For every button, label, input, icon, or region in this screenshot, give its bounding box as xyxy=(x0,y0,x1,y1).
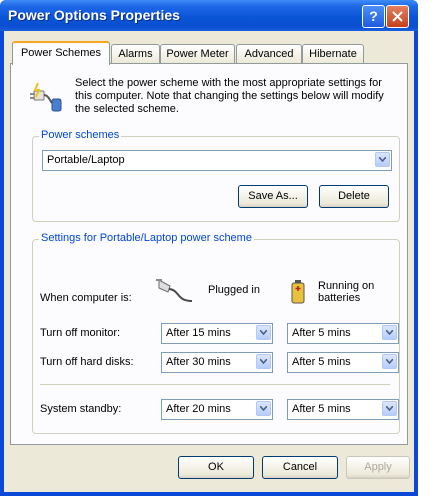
power-scheme-value: Portable/Laptop xyxy=(47,154,125,166)
power-schemes-group-label: Power schemes xyxy=(39,129,122,141)
tab-advanced[interactable]: Advanced xyxy=(236,44,302,63)
chevron-down-icon[interactable] xyxy=(256,325,271,340)
running-on-batteries-label: Running on batteries xyxy=(318,280,375,304)
chevron-down-icon[interactable] xyxy=(375,152,390,167)
chevron-down-icon[interactable] xyxy=(382,401,397,416)
chevron-down-icon[interactable] xyxy=(382,325,397,340)
tab-alarms[interactable]: Alarms xyxy=(111,44,160,63)
cancel-button[interactable]: Cancel xyxy=(262,456,338,479)
monitor-plugged-select[interactable]: After 15 mins xyxy=(161,323,273,344)
standby-battery-value: After 5 mins xyxy=(292,403,351,415)
ok-button[interactable]: OK xyxy=(178,456,254,479)
chevron-down-icon[interactable] xyxy=(382,354,397,369)
power-options-window: Power Options Properties ? Power Schemes… xyxy=(0,0,418,496)
hard-disks-battery-value: After 5 mins xyxy=(292,356,351,368)
settings-group-label: Settings for Portable/Laptop power schem… xyxy=(39,232,254,244)
power-scheme-select[interactable]: Portable/Laptop xyxy=(42,150,392,171)
hard-disks-battery-select[interactable]: After 5 mins xyxy=(287,352,399,373)
chevron-down-icon[interactable] xyxy=(256,354,271,369)
monitor-battery-select[interactable]: After 5 mins xyxy=(287,323,399,344)
system-standby-label: System standby: xyxy=(40,403,122,415)
monitor-plugged-value: After 15 mins xyxy=(166,327,231,339)
tab-hibernate[interactable]: Hibernate xyxy=(302,44,364,63)
save-as-button[interactable]: Save As... xyxy=(238,185,308,208)
help-button[interactable]: ? xyxy=(362,5,385,28)
apply-button[interactable]: Apply xyxy=(346,456,410,479)
when-computer-is-label: When computer is: xyxy=(40,292,132,304)
tab-power-meter[interactable]: Power Meter xyxy=(160,44,235,63)
standby-plugged-value: After 20 mins xyxy=(166,403,231,415)
hard-disks-plugged-value: After 30 mins xyxy=(166,356,231,368)
power-schemes-group: Power schemes Portable/Laptop Save As...… xyxy=(32,129,400,222)
battery-icon xyxy=(291,280,305,304)
dialog-client: Power Schemes Alarms Power Meter Advance… xyxy=(4,31,414,492)
plugged-in-label: Plugged in xyxy=(208,284,260,296)
standby-plugged-select[interactable]: After 20 mins xyxy=(161,399,273,420)
settings-separator xyxy=(40,384,390,385)
turn-off-hard-disks-label: Turn off hard disks: xyxy=(40,356,134,368)
tab-power-schemes[interactable]: Power Schemes xyxy=(12,41,110,65)
plug-icon xyxy=(156,279,193,302)
window-title: Power Options Properties xyxy=(8,7,180,23)
turn-off-monitor-label: Turn off monitor: xyxy=(40,327,121,339)
title-bar[interactable]: Power Options Properties ? xyxy=(0,0,418,31)
power-schemes-panel: Select the power scheme with the most ap… xyxy=(10,63,408,445)
intro-text: Select the power scheme with the most ap… xyxy=(75,77,384,115)
standby-battery-select[interactable]: After 5 mins xyxy=(287,399,399,420)
delete-button[interactable]: Delete xyxy=(319,185,389,208)
power-plug-icon xyxy=(30,82,62,112)
hard-disks-plugged-select[interactable]: After 30 mins xyxy=(161,352,273,373)
close-icon xyxy=(392,11,403,22)
monitor-battery-value: After 5 mins xyxy=(292,327,351,339)
chevron-down-icon[interactable] xyxy=(256,401,271,416)
close-button[interactable] xyxy=(386,5,409,28)
